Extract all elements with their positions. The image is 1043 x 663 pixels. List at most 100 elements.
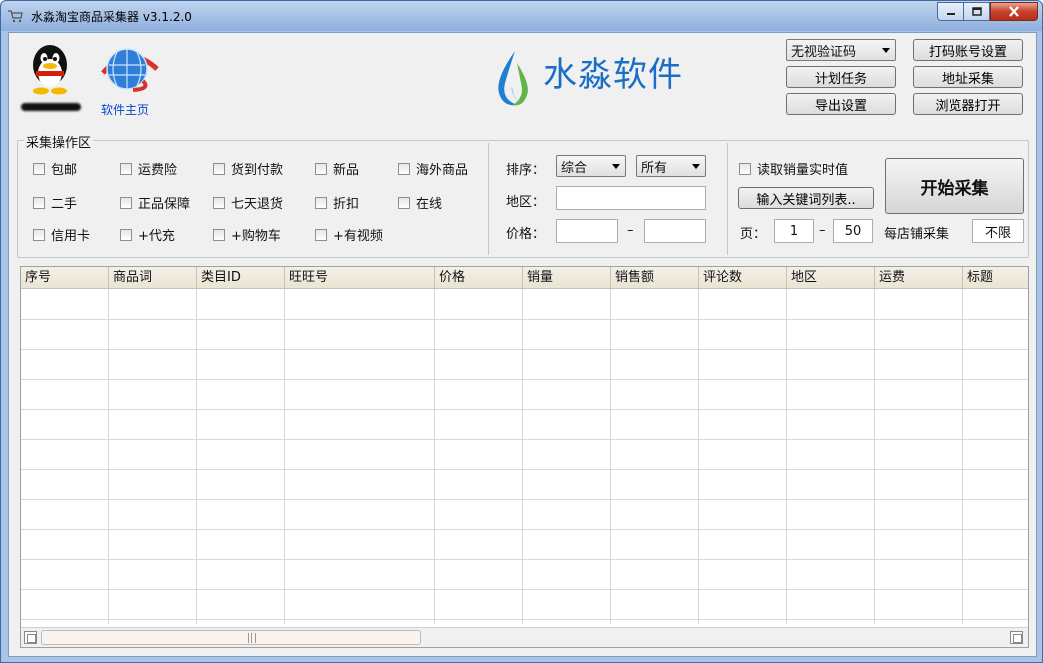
- divider: [727, 143, 728, 255]
- chevron-down-icon: [612, 164, 620, 169]
- column-header[interactable]: 商品词: [109, 267, 197, 289]
- maximize-button[interactable]: [963, 2, 990, 21]
- divider: [488, 143, 489, 255]
- table-header: 序号 商品词 类目ID 旺旺号 价格 销量 销售额 评论数 地区 运费 标题: [21, 267, 1028, 289]
- scroll-right-button[interactable]: [1010, 631, 1023, 644]
- grid-line: [874, 289, 875, 624]
- checkbox-label: +有视频: [333, 229, 383, 244]
- checkbox-label: 读取销量实时值: [757, 163, 849, 178]
- checkbox-box[interactable]: [739, 162, 751, 175]
- checkbox-label: 海外商品: [416, 163, 469, 178]
- region-input[interactable]: [556, 186, 706, 210]
- checkbox-overseas[interactable]: 海外商品: [398, 159, 468, 178]
- checkbox-box[interactable]: [33, 196, 45, 209]
- checkbox-label: 折扣: [333, 197, 360, 212]
- page-to-input[interactable]: 50: [833, 219, 873, 243]
- checkbox-authentic[interactable]: 正品保障: [120, 193, 190, 212]
- column-header[interactable]: 类目ID: [197, 267, 285, 289]
- browser-open-button[interactable]: 浏览器打开: [913, 93, 1023, 115]
- checkbox-box[interactable]: [315, 196, 327, 209]
- grid-line: [21, 529, 1028, 530]
- page-from-input[interactable]: 1: [774, 219, 814, 243]
- home-link[interactable]: 软件主页: [101, 101, 149, 118]
- checkbox-box[interactable]: [213, 162, 225, 175]
- checkbox-box[interactable]: [213, 228, 225, 241]
- checkbox-label: 运费险: [138, 163, 178, 178]
- scroll-left-button[interactable]: [24, 631, 37, 644]
- checkbox-box[interactable]: [120, 162, 132, 175]
- column-header[interactable]: 运费: [875, 267, 963, 289]
- checkbox-label: +代充: [138, 229, 175, 244]
- checkbox-recharge[interactable]: +代充: [120, 225, 175, 244]
- per-shop-label: 每店铺采集: [884, 227, 950, 242]
- export-settings-button[interactable]: 导出设置: [786, 93, 896, 115]
- title-bar[interactable]: 水淼淘宝商品采集器 v3.1.2.0: [1, 1, 1042, 31]
- per-shop-input[interactable]: 不限: [972, 219, 1024, 243]
- checkbox-video[interactable]: +有视频: [315, 225, 383, 244]
- scroll-thumb[interactable]: [41, 630, 421, 645]
- column-header[interactable]: 价格: [435, 267, 523, 289]
- scope-value: 所有: [641, 160, 668, 176]
- sort-label: 排序：: [506, 163, 546, 178]
- checkbox-box[interactable]: [398, 162, 410, 175]
- checkbox-new[interactable]: 新品: [315, 159, 359, 178]
- horizontal-scrollbar[interactable]: [21, 627, 1028, 647]
- close-button[interactable]: [990, 2, 1038, 21]
- minimize-button[interactable]: [937, 2, 964, 21]
- globe-icon[interactable]: [95, 43, 163, 93]
- column-header[interactable]: 销售额: [611, 267, 699, 289]
- schedule-button[interactable]: 计划任务: [786, 66, 896, 88]
- grip-icon: [248, 633, 256, 643]
- checkbox-box[interactable]: [398, 196, 410, 209]
- keyword-list-button[interactable]: 输入关键词列表..: [738, 187, 874, 209]
- client-area: 软件主页 水淼软件 无视验证码 打码账号设置 计划任务 地址采集 导出设置 浏览…: [8, 32, 1037, 657]
- checkbox-box[interactable]: [33, 162, 45, 175]
- captcha-mode-select[interactable]: 无视验证码: [786, 39, 896, 61]
- column-header[interactable]: 地区: [787, 267, 875, 289]
- start-collect-button[interactable]: 开始采集: [885, 158, 1024, 214]
- checkbox-free-shipping[interactable]: 包邮: [33, 159, 77, 178]
- checkbox-secondhand[interactable]: 二手: [33, 193, 77, 212]
- checkbox-box[interactable]: [120, 196, 132, 209]
- sort-select[interactable]: 综合: [556, 155, 626, 177]
- checkbox-cart[interactable]: +购物车: [213, 225, 281, 244]
- captcha-account-button[interactable]: 打码账号设置: [913, 39, 1023, 61]
- maximize-icon: [971, 7, 982, 16]
- panel-title: 采集操作区: [24, 132, 94, 151]
- grid-line: [21, 349, 1028, 350]
- water-drop-logo-icon: [498, 51, 528, 106]
- checkbox-box[interactable]: [120, 228, 132, 241]
- grid-line: [196, 289, 197, 624]
- checkbox-box[interactable]: [33, 228, 45, 241]
- column-header[interactable]: 旺旺号: [285, 267, 435, 289]
- checkbox-label: 信用卡: [51, 229, 91, 244]
- checkbox-online[interactable]: 在线: [398, 193, 442, 212]
- results-table[interactable]: 序号 商品词 类目ID 旺旺号 价格 销量 销售额 评论数 地区 运费 标题: [20, 266, 1029, 648]
- column-header[interactable]: 序号: [21, 267, 109, 289]
- price-max-input[interactable]: [644, 219, 706, 243]
- checkbox-discount[interactable]: 折扣: [315, 193, 359, 212]
- checkbox-label: +购物车: [231, 229, 281, 244]
- grid-line: [21, 589, 1028, 590]
- grid-line: [21, 379, 1028, 380]
- address-collect-button[interactable]: 地址采集: [913, 66, 1023, 88]
- column-header[interactable]: 销量: [523, 267, 611, 289]
- grid-line: [21, 619, 1028, 620]
- checkbox-box[interactable]: [315, 162, 327, 175]
- checkbox-realtime-sales[interactable]: 读取销量实时值: [739, 159, 848, 178]
- scope-select[interactable]: 所有: [636, 155, 706, 177]
- price-min-input[interactable]: [556, 219, 618, 243]
- checkbox-credit-card[interactable]: 信用卡: [33, 225, 90, 244]
- checkbox-box[interactable]: [213, 196, 225, 209]
- column-header[interactable]: 评论数: [699, 267, 787, 289]
- price-dash: –: [627, 223, 634, 238]
- checkbox-shipping-insurance[interactable]: 运费险: [120, 159, 177, 178]
- checkbox-cod[interactable]: 货到付款: [213, 159, 283, 178]
- checkbox-label: 包邮: [51, 163, 78, 178]
- checkbox-7day-return[interactable]: 七天退货: [213, 193, 283, 212]
- checkbox-label: 新品: [333, 163, 360, 178]
- qq-penguin-icon[interactable]: [27, 41, 73, 95]
- grid-line: [21, 439, 1028, 440]
- checkbox-box[interactable]: [315, 228, 327, 241]
- column-header[interactable]: 标题: [963, 267, 1028, 289]
